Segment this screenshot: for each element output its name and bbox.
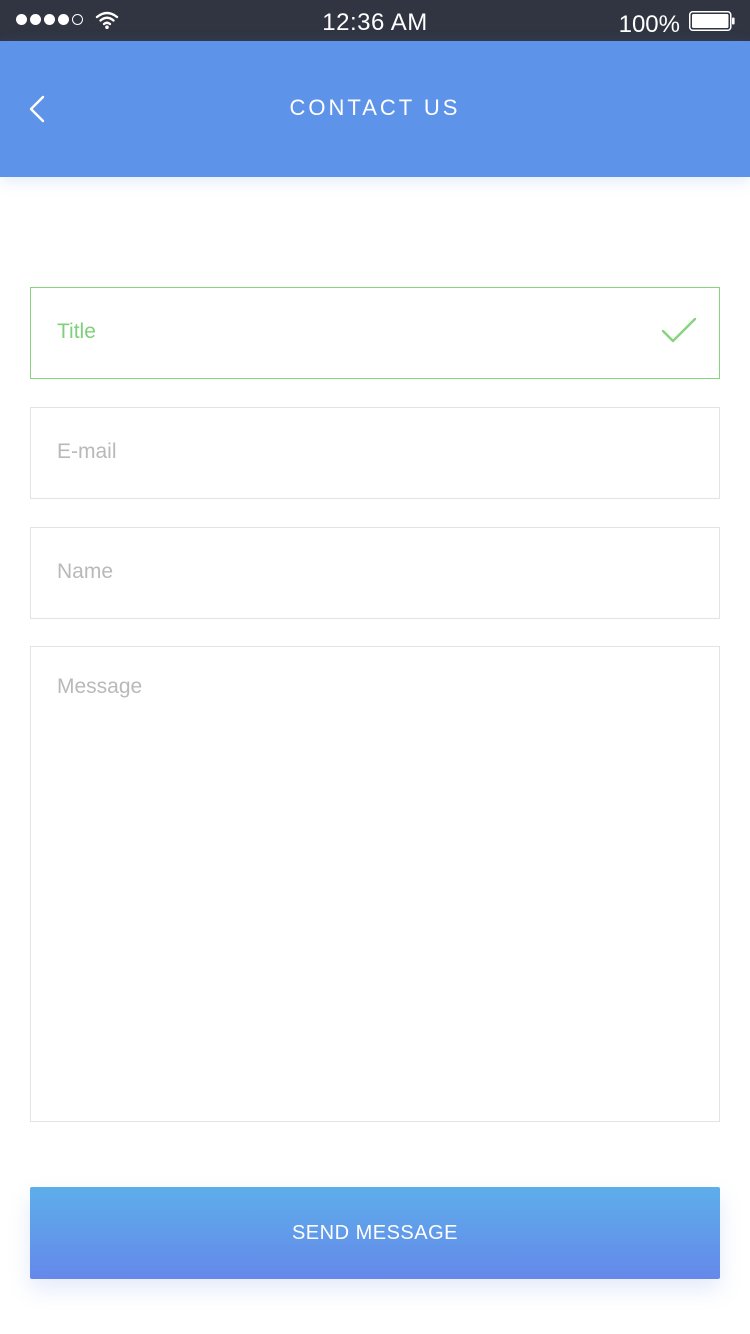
battery-icon: [689, 11, 735, 31]
message-field[interactable]: [30, 646, 720, 1122]
check-icon: [661, 317, 697, 343]
email-input[interactable]: [57, 408, 617, 496]
send-message-button[interactable]: SEND MESSAGE: [30, 1187, 720, 1279]
title-input[interactable]: [57, 288, 617, 376]
battery-percentage: 100%: [618, 11, 680, 38]
message-textarea[interactable]: [57, 675, 687, 1105]
name-field[interactable]: [30, 527, 720, 619]
name-input[interactable]: [57, 528, 617, 616]
app-header: CONTACT US: [0, 41, 750, 177]
page-title: CONTACT US: [289, 95, 461, 120]
title-field[interactable]: [30, 287, 720, 379]
email-field[interactable]: [30, 407, 720, 499]
status-bar: 12:36 AM 100%: [0, 0, 750, 41]
